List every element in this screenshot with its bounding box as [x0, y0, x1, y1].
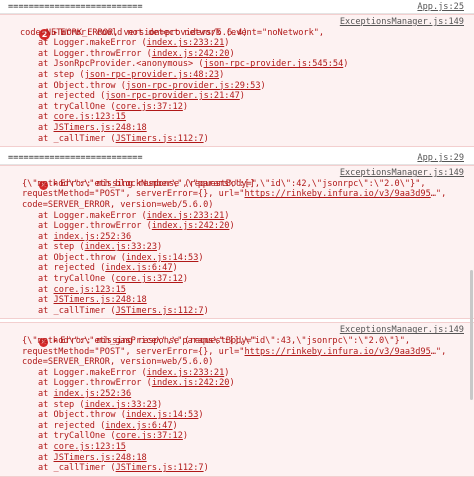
stack-frame: at Object.throw (index.js:14:53) — [38, 252, 204, 263]
stack-frame: at tryCallOne (core.js:37:12) — [38, 101, 189, 112]
stack-frame-link[interactable]: index.js:242:20 — [152, 49, 230, 59]
source-link[interactable]: App.js:25 — [417, 2, 464, 13]
stack-frame-link[interactable]: json-rpc-provider.js:545:54 — [204, 59, 344, 69]
request-body: {\"method\":\"eth_blockNumber\",\"params… — [22, 178, 426, 189]
stack-frame-link[interactable]: index.js:252:36 — [54, 232, 132, 242]
stack-frame-link[interactable]: JSTimers.js:112:7 — [116, 134, 204, 144]
console-log-row[interactable]: ========================== App.js:25 — [0, 0, 474, 14]
stack-frame-link[interactable]: JSTimers.js:248:18 — [54, 123, 147, 133]
separator-text: ========================== — [8, 153, 143, 164]
stack-frame: at JSTimers.js:248:18 — [38, 122, 147, 133]
console-log-row[interactable]: ========================== App.js:29 — [0, 151, 474, 166]
stack-frame-link[interactable]: index.js:33:23 — [85, 242, 157, 252]
stack-frame: at rejected (index.js:6:47) — [38, 420, 178, 431]
stack-frame-link[interactable]: json-rpc-provider.js:21:47 — [105, 91, 240, 101]
stack-frame-link[interactable]: core.js:37:12 — [116, 102, 183, 112]
stack-frame: at step (index.js:33:23) — [38, 242, 163, 253]
request-method-line: requestMethod="POST", serverError={}, ur… — [22, 189, 447, 200]
stack-frame-link[interactable]: json-rpc-provider.js:29:53 — [126, 81, 261, 91]
stack-frame: at _callTimer (JSTimers.js:112:7) — [38, 133, 209, 144]
stack-frame-link[interactable]: index.js:233:21 — [147, 211, 225, 221]
stack-frame: at _callTimer (JSTimers.js:112:7) — [38, 463, 209, 474]
stack-frame: at step (index.js:33:23) — [38, 399, 163, 410]
stack-frame-link[interactable]: core.js:123:15 — [54, 442, 126, 452]
stack-frame-link[interactable]: index.js:14:53 — [126, 253, 198, 263]
error-message-row[interactable]: ✕ ▸ Error: missing response (requestBody="… — [0, 322, 474, 477]
stack-frame: at core.js:123:15 — [38, 284, 126, 295]
stack-frame-link[interactable]: json-rpc-provider.js:48:23 — [85, 70, 220, 80]
stack-frame-link[interactable]: JSTimers.js:112:7 — [116, 463, 204, 473]
stack-frame-link[interactable]: JSTimers.js:248:18 — [54, 453, 147, 463]
stack-frame-link[interactable]: JSTimers.js:112:7 — [116, 306, 204, 316]
stack-frame: at tryCallOne (core.js:37:12) — [38, 274, 189, 285]
stack-frame-link[interactable]: index.js:233:21 — [147, 38, 225, 48]
stack-frame: at Logger.makeError (index.js:233:21) — [38, 38, 230, 49]
source-link[interactable]: ExceptionsManager.js:149 — [340, 168, 464, 179]
scrollbar[interactable] — [469, 0, 474, 418]
stack-frame: at core.js:123:15 — [38, 441, 126, 452]
stack-frame: at Logger.makeError (index.js:233:21) — [38, 367, 230, 378]
stack-frame: at core.js:123:15 — [38, 112, 126, 123]
stack-frame: at Logger.makeError (index.js:233:21) — [38, 210, 230, 221]
error-code: code=SERVER_ERROR, version=web/5.6.0) — [22, 199, 214, 210]
stack-frame: at JSTimers.js:248:18 — [38, 295, 147, 306]
stack-trace: at Logger.makeError (index.js:233:21) at … — [8, 368, 464, 474]
stack-frame: at rejected (index.js:6:47) — [38, 263, 178, 274]
error-message-row[interactable]: 2 ▸ Error: could not detect network (event… — [0, 14, 474, 148]
stack-frame: at _callTimer (JSTimers.js:112:7) — [38, 305, 209, 316]
stack-frame-link[interactable]: core.js:37:12 — [116, 274, 183, 284]
stack-trace: at Logger.makeError (index.js:233:21) at … — [8, 38, 464, 144]
scrollbar-thumb[interactable] — [470, 270, 473, 400]
stack-frame-link[interactable]: index.js:14:53 — [126, 410, 198, 420]
stack-frame: at step (json-rpc-provider.js:48:23) — [38, 69, 225, 80]
source-link[interactable]: ExceptionsManager.js:149 — [340, 17, 464, 28]
request-url-link[interactable]: https://rinkeby.infura.io/v3/9aa3d95 — [244, 347, 430, 357]
stack-frame: at index.js:252:36 — [38, 231, 132, 242]
separator-text: ========================== — [8, 2, 143, 12]
error-message-row[interactable]: ✕ ▸ Error: missing response (requestBody="… — [0, 165, 474, 320]
stack-frame-link[interactable]: core.js:123:15 — [54, 285, 126, 295]
request-url-link[interactable]: https://rinkeby.infura.io/v3/9aa3d95 — [244, 189, 430, 199]
request-method-line: requestMethod="POST", serverError={}, ur… — [22, 346, 447, 357]
stack-frame: at index.js:252:36 — [38, 389, 132, 399]
source-link[interactable]: App.js:29 — [417, 153, 464, 164]
stack-frame-link[interactable]: index.js:242:20 — [152, 378, 230, 388]
stack-frame-link[interactable]: index.js:6:47 — [105, 421, 172, 431]
stack-frame-link[interactable]: index.js:33:23 — [85, 400, 157, 410]
stack-frame: at tryCallOne (core.js:37:12) — [38, 431, 189, 442]
devtools-console: ========================== App.js:25 2 ▸ E… — [0, 0, 474, 477]
stack-frame: at Logger.throwError (index.js:242:20) — [38, 48, 235, 59]
error-code: code=SERVER_ERROR, version=web/5.6.0) — [22, 357, 214, 368]
stack-frame: at Logger.throwError (index.js:242:20) — [38, 221, 235, 232]
stack-frame: at Object.throw (index.js:14:53) — [38, 410, 204, 421]
stack-trace: at Logger.makeError (index.js:233:21) at … — [8, 211, 464, 317]
stack-frame-link[interactable]: JSTimers.js:248:18 — [54, 295, 147, 305]
stack-frame-link[interactable]: core.js:123:15 — [54, 112, 126, 122]
stack-frame: at Object.throw (json-rpc-provider.js:29… — [38, 80, 266, 91]
stack-frame: at rejected (json-rpc-provider.js:21:47) — [38, 91, 245, 102]
stack-frame-link[interactable]: index.js:242:20 — [152, 221, 230, 231]
error-title-cont: code=NETWORK_ERROR, version=providers/5.… — [20, 27, 248, 38]
stack-frame: at JSTimers.js:248:18 — [38, 452, 147, 463]
stack-frame: at Logger.throwError (index.js:242:20) — [38, 378, 235, 389]
stack-frame-link[interactable]: index.js:233:21 — [147, 368, 225, 378]
stack-frame-link[interactable]: index.js:252:36 — [54, 389, 132, 399]
source-link[interactable]: ExceptionsManager.js:149 — [340, 325, 464, 336]
stack-frame: at JsonRpcProvider.<anonymous> (json-rpc… — [38, 59, 349, 70]
request-body: {\"method\":\"eth_gasPrice\",\"params\":… — [22, 336, 411, 347]
stack-frame-link[interactable]: core.js:37:12 — [116, 431, 183, 441]
stack-frame-link[interactable]: index.js:6:47 — [105, 263, 172, 273]
